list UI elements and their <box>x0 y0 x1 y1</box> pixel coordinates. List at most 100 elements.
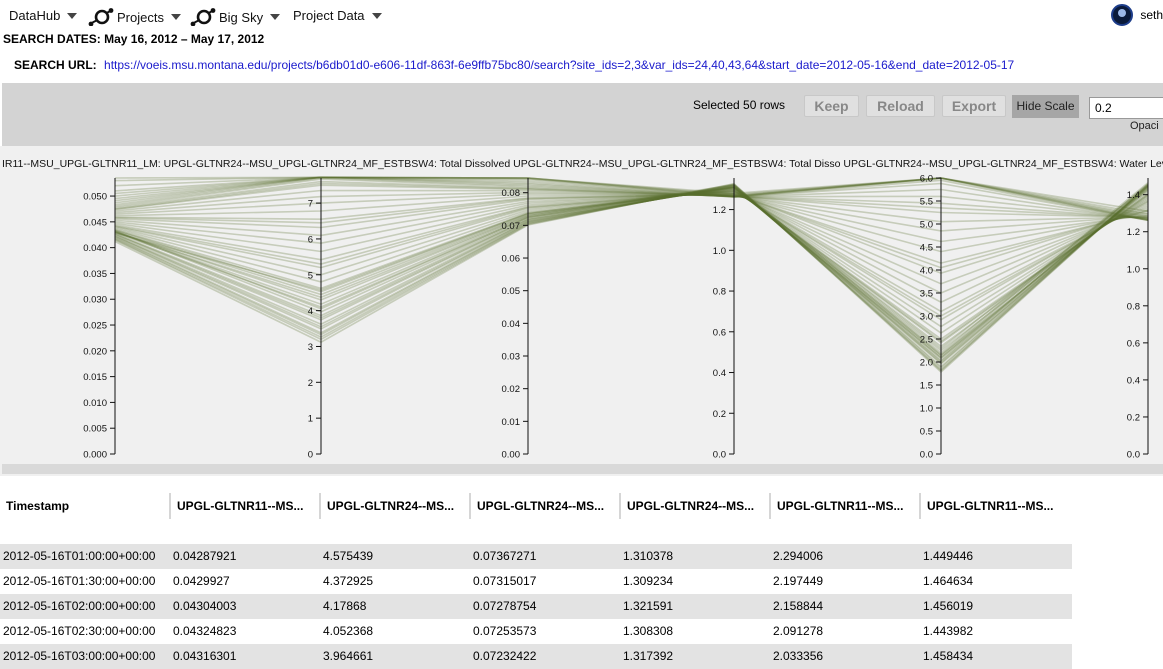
table-cell: 1.443982 <box>923 624 974 638</box>
avatar <box>1111 4 1134 26</box>
search-url-label: SEARCH URL: <box>14 58 97 72</box>
nav-big-sky[interactable]: Big Sky <box>190 8 281 26</box>
tick-label: 0.010 <box>83 398 107 409</box>
table-cell: 0.07232422 <box>473 649 537 663</box>
table-cell: 1.458434 <box>923 649 974 663</box>
tick-label: 0.00 <box>502 450 521 461</box>
tick-label: 4 <box>308 306 313 317</box>
top-nav: DataHub Projects Big Sky Project Data se… <box>0 0 1163 32</box>
data-line <box>114 190 1149 313</box>
table-cell: 4.052368 <box>323 624 374 638</box>
opacity-input[interactable] <box>1089 97 1163 119</box>
table-cell: 2.091278 <box>773 624 824 638</box>
tick-label: 0.0 <box>920 450 933 461</box>
table-cell: 2012-05-16T03:00:00+00:00 <box>3 649 156 663</box>
tick-label: 5.0 <box>920 220 933 231</box>
table-row[interactable]: 2012-05-16T02:30:00+00:00 0.04324823 4.0… <box>0 619 1072 644</box>
table-cell: 0.07253573 <box>473 624 537 638</box>
search-dates: SEARCH DATES: May 16, 2012 – May 17, 201… <box>3 32 265 46</box>
tick-label: 0 <box>308 450 313 461</box>
table-cell: 2012-05-16T01:00:00+00:00 <box>3 549 156 563</box>
tick-label: 0.020 <box>83 346 107 357</box>
nav-datahub[interactable]: DataHub <box>9 8 78 23</box>
user-menu[interactable]: seth <box>1111 4 1163 26</box>
table-cell: 2012-05-16T02:00:00+00:00 <box>3 599 156 613</box>
column-header[interactable]: UPGL-GLTNR24--MS... <box>469 493 620 519</box>
column-header[interactable]: UPGL-GLTNR24--MS... <box>319 493 470 519</box>
tick-label: 6 <box>308 234 313 245</box>
opacity-label: Opaci <box>1130 120 1159 132</box>
table-cell: 0.07315017 <box>473 574 537 588</box>
tick-label: 0.045 <box>83 217 107 228</box>
table-cell: 0.07278754 <box>473 599 537 613</box>
tick-label: 0.03 <box>502 352 521 363</box>
axis-titles: IR11--MSU_UPGL-GLTNR11_LM: UPGL-GLTNR24-… <box>2 158 1163 170</box>
column-header[interactable]: UPGL-GLTNR11--MS... <box>769 493 920 519</box>
table-cell: 0.04324823 <box>173 624 237 638</box>
table-cell: 0.04316301 <box>173 649 237 663</box>
chart-bottom-strip <box>2 464 1163 474</box>
tick-label: 0.04 <box>502 319 521 330</box>
tick-label: 0.05 <box>502 286 521 297</box>
tick-label: 0.050 <box>83 192 107 203</box>
table-cell: 1.321591 <box>623 599 674 613</box>
tick-label: 0.4 <box>1127 375 1140 386</box>
tick-label: 1.0 <box>713 246 726 257</box>
table-cell: 1.464634 <box>923 574 974 588</box>
nav-project-data-label: Project Data <box>293 8 365 23</box>
tick-label: 0.08 <box>502 188 521 199</box>
data-lines <box>114 176 1149 374</box>
tick-label: 0.01 <box>502 417 521 428</box>
column-header-timestamp[interactable]: Timestamp <box>0 493 165 519</box>
tick-label: 0.02 <box>502 384 521 395</box>
hide-scale-button[interactable]: Hide Scale <box>1012 95 1079 118</box>
table-row[interactable]: 2012-05-16T01:30:00+00:00 0.0429927 4.37… <box>0 569 1072 594</box>
tick-label: 5.5 <box>920 197 933 208</box>
table-cell: 2.197449 <box>773 574 824 588</box>
tick-label: 0.4 <box>713 368 726 379</box>
tick-label: 0.2 <box>713 409 726 420</box>
table-cell: 1.317392 <box>623 649 674 663</box>
table-cell: 4.17868 <box>323 599 367 613</box>
parallel-coordinates-svg[interactable]: IR11--MSU_UPGL-GLTNR11_LM: UPGL-GLTNR24-… <box>0 146 1163 464</box>
tick-label: 0.0 <box>713 450 726 461</box>
tick-label: 0.040 <box>83 243 107 254</box>
network-icon <box>190 8 216 26</box>
nav-project-data[interactable]: Project Data <box>293 8 382 23</box>
chart-controls: Selected 50 rows Keep Reload Export Hide… <box>2 83 1163 146</box>
tick-label: 2.0 <box>920 358 933 369</box>
reload-button[interactable]: Reload <box>866 95 935 117</box>
tick-label: 3.5 <box>920 289 933 300</box>
column-header[interactable]: UPGL-GLTNR24--MS... <box>619 493 770 519</box>
column-header[interactable]: UPGL-GLTNR11--MS... <box>919 493 1072 519</box>
tick-label: 5 <box>308 270 313 281</box>
chevron-down-icon <box>270 14 281 20</box>
tick-label: 0.6 <box>713 327 726 338</box>
tick-label: 2 <box>308 378 313 389</box>
table-row[interactable]: 2012-05-16T03:00:00+00:00 0.04316301 3.9… <box>0 644 1072 669</box>
search-url-link[interactable]: https://voeis.msu.montana.edu/projects/b… <box>104 58 1014 72</box>
keep-button[interactable]: Keep <box>804 95 859 117</box>
tick-label: 0.005 <box>83 424 107 435</box>
table-row[interactable]: 2012-05-16T01:00:00+00:00 0.04287921 4.5… <box>0 544 1072 569</box>
table-cell: 1.310378 <box>623 549 674 563</box>
search-url-line: SEARCH URL: https://voeis.msu.montana.ed… <box>14 58 1014 72</box>
column-header[interactable]: UPGL-GLTNR11--MS... <box>169 493 320 519</box>
table-cell: 0.0429927 <box>173 574 230 588</box>
chevron-down-icon <box>67 12 78 19</box>
tick-label: 1.0 <box>920 404 933 415</box>
table-cell: 2.158844 <box>773 599 824 613</box>
export-button[interactable]: Export <box>942 95 1006 117</box>
tick-label: 1.2 <box>1127 227 1140 238</box>
tick-label: 7 <box>308 199 313 210</box>
table-cell: 2.033356 <box>773 649 824 663</box>
tick-label: 2.5 <box>920 335 933 346</box>
table-cell: 4.575439 <box>323 549 374 563</box>
network-icon <box>88 8 114 26</box>
nav-projects[interactable]: Projects <box>88 8 181 26</box>
parallel-coordinates-chart: IR11--MSU_UPGL-GLTNR11_LM: UPGL-GLTNR24-… <box>0 146 1163 476</box>
tick-label: 0.5 <box>920 427 933 438</box>
table-cell: 0.07367271 <box>473 549 537 563</box>
selected-rows-count: Selected 50 rows <box>693 98 786 112</box>
table-row[interactable]: 2012-05-16T02:00:00+00:00 0.04304003 4.1… <box>0 594 1072 619</box>
